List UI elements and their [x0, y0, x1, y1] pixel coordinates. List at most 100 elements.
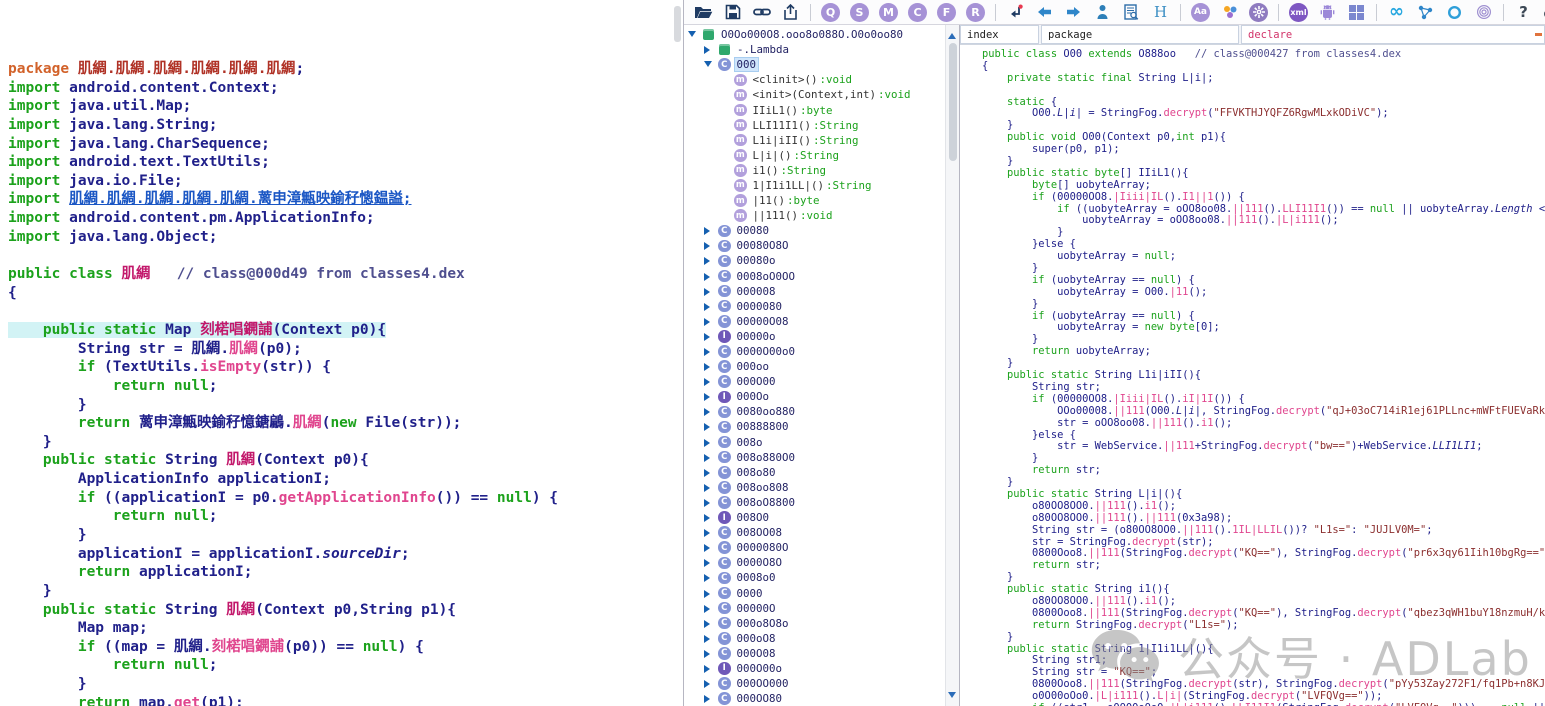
expand-arrow-icon[interactable] [704, 692, 717, 705]
user-button[interactable] [1089, 1, 1116, 23]
expand-arrow-icon[interactable] [704, 436, 717, 449]
tree-item[interactable]: C0000 [684, 585, 946, 600]
code-line[interactable]: } [8, 675, 683, 694]
back-button[interactable] [1031, 1, 1058, 23]
save-button[interactable] [719, 1, 746, 23]
scroll-down-icon[interactable] [948, 692, 956, 702]
code-line[interactable]: } [8, 526, 683, 545]
code-line[interactable]: import java.lang.String; [8, 116, 683, 135]
expand-arrow-icon[interactable] [704, 571, 717, 584]
code-line[interactable]: return 蓠申漳甒映鍮秄憶鎕鶣.肌綢(new File(str)); [8, 414, 683, 433]
android-button[interactable] [1314, 1, 1341, 23]
forward-button[interactable] [1060, 1, 1087, 23]
code-line[interactable]: import java.io.File; [8, 172, 683, 191]
classes-button[interactable]: C [904, 1, 931, 23]
code-line[interactable]: import android.text.TextUtils; [8, 153, 683, 172]
tab-declare[interactable]: declare [1241, 25, 1545, 44]
tree-item[interactable]: C00888800 [684, 419, 946, 434]
code-line[interactable]: if (TextUtils.isEmpty(str)) { [8, 358, 683, 377]
code-line[interactable]: super(p0, p1); [982, 144, 1545, 156]
tree-item[interactable]: mL|i|():String [684, 148, 946, 163]
tree-item[interactable]: C00080 [684, 223, 946, 238]
tree-item[interactable]: C008o80 [684, 465, 946, 480]
code-line[interactable]: return StringFog.decrypt("L1s="); [982, 620, 1545, 632]
tree-item[interactable]: C000008 [684, 284, 946, 299]
jump-to-button[interactable] [1002, 1, 1029, 23]
tree-item[interactable]: m|11():byte [684, 193, 946, 208]
tree-item[interactable]: C000O08 [684, 646, 946, 661]
tree-item[interactable]: C000oo [684, 359, 946, 374]
document-search-button[interactable] [1118, 1, 1145, 23]
resources-button[interactable]: R [962, 1, 989, 23]
tree-item[interactable]: C0008oO0OO [684, 269, 946, 284]
hex-view-button[interactable]: H [1147, 1, 1174, 23]
infinity-button[interactable]: ∞ [1383, 1, 1410, 23]
tree-item[interactable]: mIIiL1():byte [684, 102, 946, 117]
tree-item[interactable]: O0Oo000O8.ooo8o088O.O0o0oo80 [684, 27, 946, 42]
tree-item[interactable]: C000O00 [684, 374, 946, 389]
tree-item[interactable]: I008O0 [684, 510, 946, 525]
tree-item[interactable]: C000 [684, 57, 946, 72]
tab-package[interactable]: package [1041, 25, 1239, 44]
fingerprint-button[interactable] [1470, 1, 1497, 23]
tab-index[interactable]: index [960, 25, 1039, 44]
tree-item[interactable]: I000Oo [684, 389, 946, 404]
expand-arrow-icon[interactable] [704, 647, 717, 660]
expand-arrow-icon[interactable] [688, 28, 701, 41]
expand-arrow-icon[interactable] [704, 466, 717, 479]
expand-arrow-icon[interactable] [704, 330, 717, 343]
tree-item[interactable]: m||111():void [684, 208, 946, 223]
code-line[interactable]: package 肌綢.肌綢.肌綢.肌綢.肌綢.肌綢; [8, 60, 683, 79]
theme-dots-button[interactable] [1216, 1, 1243, 23]
tree-item[interactable]: C008o880O0 [684, 450, 946, 465]
code-line[interactable]: uobyteArray = new byte[0]; [982, 322, 1545, 334]
open-file-button[interactable] [690, 1, 717, 23]
expand-arrow-icon[interactable] [704, 420, 717, 433]
windows-button[interactable] [1343, 1, 1370, 23]
code-line[interactable]: return null; [8, 656, 683, 675]
left-editor-scrollbar[interactable] [674, 6, 681, 42]
code-line[interactable] [8, 302, 683, 321]
expand-arrow-icon[interactable] [704, 632, 717, 645]
tree-item[interactable]: C000o8O8o [684, 616, 946, 631]
scrollbar-thumb[interactable] [949, 43, 957, 161]
expand-arrow-icon[interactable] [704, 677, 717, 690]
quick-search-button[interactable]: Q [817, 1, 844, 23]
code-line[interactable]: return null; [8, 507, 683, 526]
tree-item[interactable]: C000OO000 [684, 676, 946, 691]
code-line[interactable]: return str; [982, 465, 1545, 477]
expand-arrow-icon[interactable] [704, 602, 717, 615]
expand-arrow-icon[interactable] [704, 526, 717, 539]
tree-item[interactable]: m<clinit>():void [684, 72, 946, 87]
tree-item[interactable]: C008o [684, 435, 946, 450]
expand-arrow-icon[interactable] [704, 375, 717, 388]
code-line[interactable]: if ((applicationI = p0.getApplicationInf… [8, 489, 683, 508]
tree-item[interactable]: C008oO8800 [684, 495, 946, 510]
ring-button[interactable] [1441, 1, 1468, 23]
fields-button[interactable]: F [933, 1, 960, 23]
tree-item[interactable]: C0000O00o0 [684, 344, 946, 359]
settings-button[interactable] [1245, 1, 1272, 23]
expand-arrow-icon[interactable] [704, 405, 717, 418]
code-line[interactable]: { [8, 284, 683, 303]
expand-arrow-icon[interactable] [704, 617, 717, 630]
code-line[interactable]: } [8, 396, 683, 415]
tree-item[interactable]: m1|I1i1LL|():String [684, 178, 946, 193]
code-line[interactable]: public static String 肌綢(Context p0){ [8, 451, 683, 470]
code-line[interactable]: String str = 肌綢.肌綢(p0); [8, 340, 683, 359]
expand-arrow-icon[interactable] [704, 345, 717, 358]
code-line[interactable]: import android.content.Context; [8, 79, 683, 98]
code-line[interactable] [982, 85, 1545, 97]
xml-button[interactable]: xml [1285, 1, 1312, 23]
code-line[interactable]: public class O00 extends O888oo // class… [982, 49, 1545, 61]
code-line[interactable]: str = WebService.||111+StringFog.decrypt… [982, 441, 1545, 453]
scroll-up-icon[interactable] [948, 29, 956, 39]
expand-arrow-icon[interactable] [704, 239, 717, 252]
expand-arrow-icon[interactable] [704, 360, 717, 373]
code-line[interactable]: return applicationI; [8, 563, 683, 582]
expand-arrow-icon[interactable] [704, 511, 717, 524]
expand-arrow-icon[interactable] [704, 43, 717, 56]
tree-item[interactable]: mLLI11I1():String [684, 118, 946, 133]
expand-arrow-icon[interactable] [704, 315, 717, 328]
expand-arrow-icon[interactable] [704, 254, 717, 267]
